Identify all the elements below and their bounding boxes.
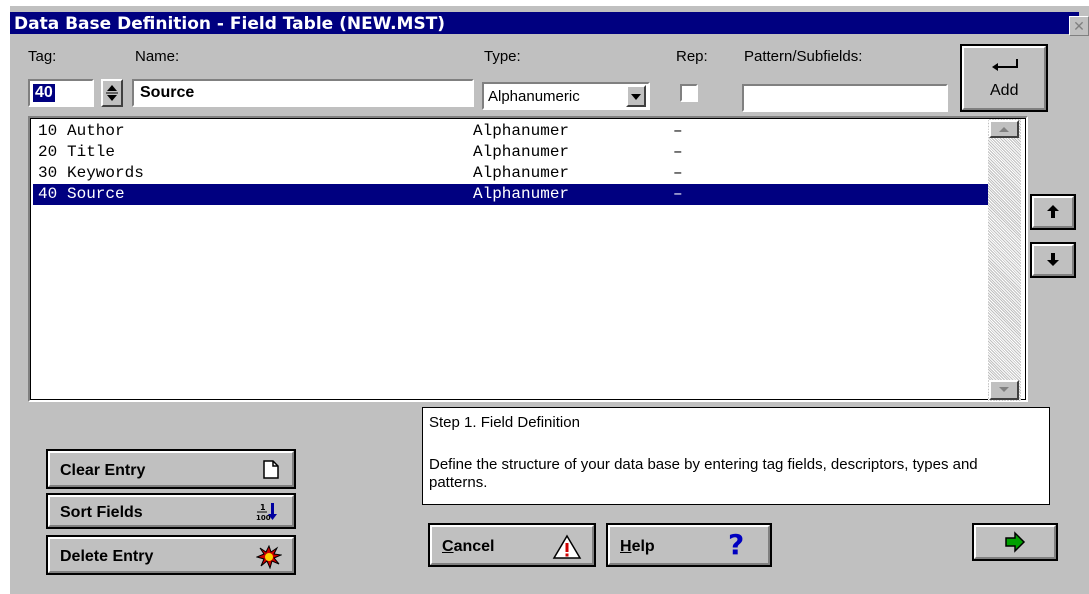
type-select[interactable]: Alphanumeric [482,82,650,110]
field-list-row[interactable]: 30 Keywords Alphanumer – [33,163,988,184]
down-arrow-icon [1047,253,1059,266]
name-label: Name: [135,48,180,65]
field-list-row[interactable]: 40 Source Alphanumer – [33,184,988,205]
field-list-row[interactable]: 10 Author Alphanumer – [33,121,988,142]
tag-label: Tag: [28,48,57,65]
explosion-icon [256,545,282,569]
delete-entry-label: Delete Entry [60,548,154,565]
warning-icon [552,534,582,559]
next-button[interactable] [972,523,1058,561]
field-tag: 30 [38,164,58,182]
scroll-up-arrow-icon [999,127,1009,132]
move-down-button[interactable] [1030,242,1076,278]
clear-entry-button[interactable]: Clear Entry [46,449,296,489]
field-list-row[interactable]: 20 Title Alphanumer – [33,142,988,163]
chevron-down-icon [631,94,641,100]
sort-fields-label: Sort Fields [60,504,143,521]
field-pattern: – [673,122,683,140]
window-title: Data Base Definition - Field Table (NEW.… [14,14,446,34]
name-field[interactable]: Source [132,79,474,107]
scroll-up-button[interactable] [989,120,1019,138]
field-name: Keywords [67,164,144,182]
blank-page-icon [263,460,279,479]
delete-entry-button[interactable]: Delete Entry [46,535,296,575]
help-button[interactable]: Help ? [606,523,772,567]
field-name: Source [67,185,125,203]
move-up-button[interactable] [1030,194,1076,230]
step-heading: Step 1. Field Definition [429,414,580,431]
type-label: Type: [484,48,521,65]
pattern-label: Pattern/Subfields: [744,48,863,65]
svg-text:100: 100 [256,514,271,522]
cancel-button-label: Cancel [442,538,495,555]
tag-field-value: 40 [33,84,55,102]
cancel-button[interactable]: Cancel [428,523,596,567]
name-field-value: Source [140,84,195,101]
scroll-down-arrow-icon [999,387,1009,392]
enter-arrow-icon [992,59,1018,71]
svg-text:1: 1 [260,503,266,512]
sort-numeric-icon: 1 100 [256,503,277,522]
close-button[interactable]: ✕ [1069,16,1089,36]
field-tag: 40 [38,185,58,203]
field-type: Alphanumer [473,164,570,182]
field-pattern: – [673,143,683,161]
close-icon: ✕ [1073,18,1085,34]
tag-spinner[interactable] [101,79,123,107]
help-button-label: Help [620,538,655,555]
field-tag: 10 [38,122,58,140]
field-name: Author [67,122,125,140]
scroll-down-button[interactable] [989,380,1019,400]
spinner-arrows-icon [106,85,118,101]
rep-label: Rep: [676,48,708,65]
title-bar: Data Base Definition - Field Table (NEW.… [10,12,1079,34]
sort-fields-button[interactable]: Sort Fields 1 100 [46,493,296,529]
field-type: Alphanumer [473,122,570,140]
pattern-field[interactable] [742,84,948,112]
dialog-window: Data Base Definition - Field Table (NEW.… [10,6,1089,594]
field-name: Title [67,143,116,161]
step-description: Define the structure of your data base b… [429,456,978,491]
field-pattern: – [673,185,683,203]
field-type: Alphanumer [473,143,570,161]
clear-entry-label: Clear Entry [60,462,146,479]
field-type: Alphanumer [473,185,570,203]
type-dropdown-button[interactable] [626,85,646,107]
field-tag: 20 [38,143,58,161]
question-icon: ? [728,528,745,561]
list-scrollbar[interactable] [988,119,1021,401]
add-button-label: Add [990,82,1019,99]
add-button[interactable]: Add [960,44,1048,112]
tag-field[interactable]: 40 [28,79,94,107]
type-select-value: Alphanumeric [488,88,580,105]
up-arrow-icon [1047,205,1059,218]
field-list[interactable]: 10 Author Alphanumer – 20 Title Alphanumer – 30 K… [28,116,1028,402]
step-panel: Step 1. Field Definition Define the stru… [422,407,1050,505]
rep-checkbox[interactable] [680,84,698,102]
field-pattern: – [673,164,683,182]
right-arrow-icon [1005,531,1026,553]
